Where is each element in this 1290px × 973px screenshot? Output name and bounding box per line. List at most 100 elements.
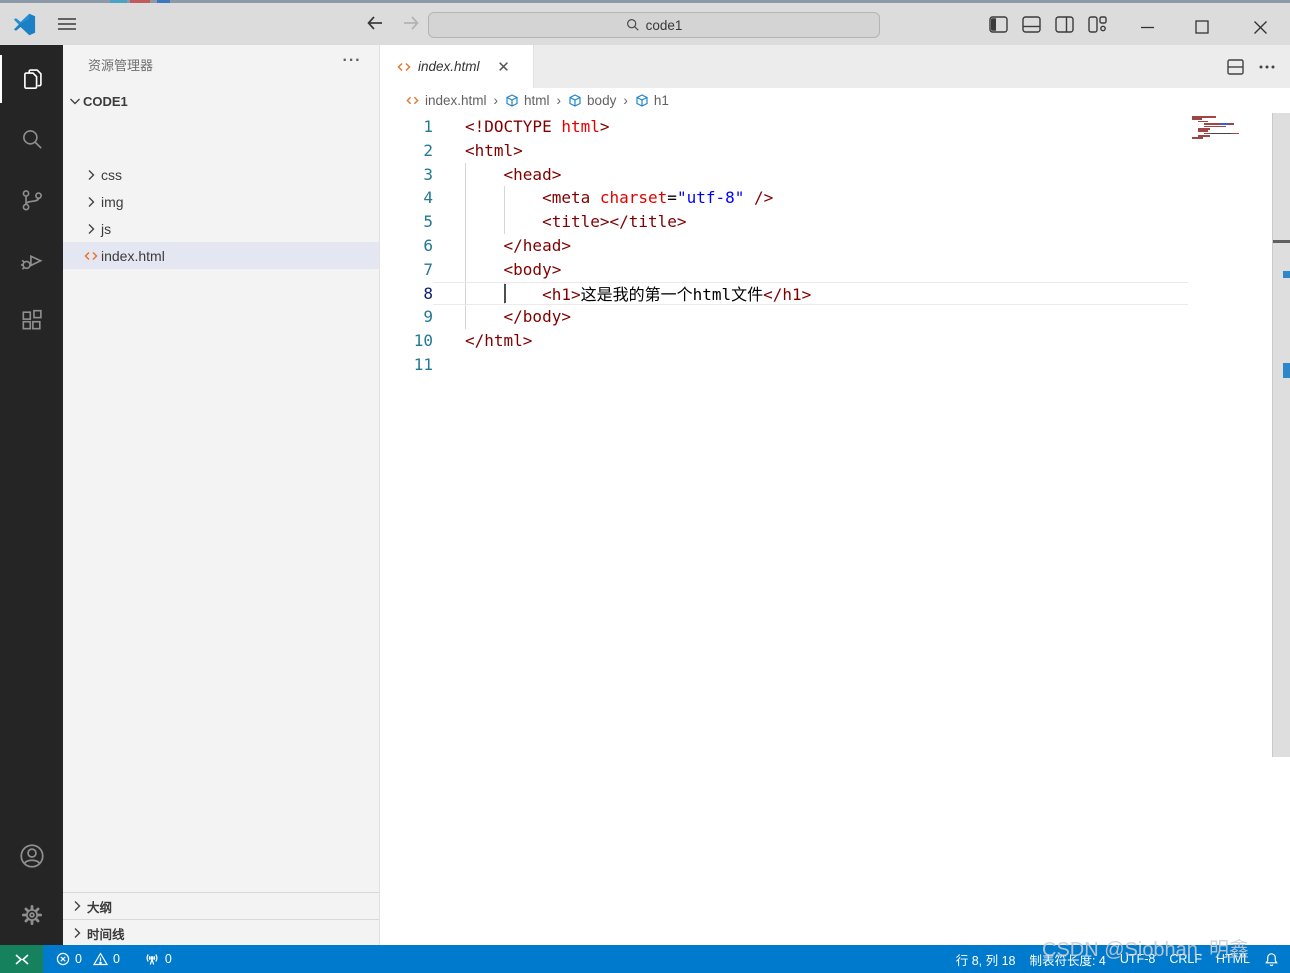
breadcrumb-item-body[interactable]: body xyxy=(568,93,616,108)
outline-section-header[interactable]: 大纲 xyxy=(63,892,379,919)
tab-label: index.html xyxy=(418,59,480,74)
cursor-position-label: 行 8, 列 18 xyxy=(955,953,1016,968)
editor-scrollbar[interactable] xyxy=(1272,113,1290,757)
code-token: > xyxy=(599,117,610,136)
code-token: <h1> xyxy=(542,284,581,304)
ports-count: 0 xyxy=(164,952,172,966)
code-line[interactable]: 2 <html> xyxy=(380,139,1290,163)
html-file-icon xyxy=(396,59,412,75)
code-line[interactable]: 6 </head> xyxy=(380,233,1290,258)
search-view-icon[interactable] xyxy=(0,115,63,163)
code-line-content[interactable]: </html> xyxy=(433,329,1188,353)
toggle-secondary-sidebar-icon[interactable] xyxy=(1054,13,1074,35)
code-line[interactable]: 10 </html> xyxy=(380,329,1290,353)
settings-gear-icon[interactable] xyxy=(0,891,63,939)
breadcrumb-separator-icon: › xyxy=(623,93,628,108)
code-line-content[interactable]: <head> xyxy=(433,162,1188,187)
window-minimize-button[interactable] xyxy=(1121,6,1173,48)
breadcrumb-item-h1[interactable]: h1 xyxy=(635,93,669,108)
line-number: 3 xyxy=(423,164,433,184)
code-line-content[interactable]: <html> xyxy=(433,139,1188,163)
sidebar-more-actions-icon[interactable]: ··· xyxy=(338,49,366,73)
chevron-down-icon xyxy=(67,93,83,109)
tree-item-index-html[interactable]: index.html xyxy=(63,242,379,269)
tree-root-code1[interactable]: CODE1 xyxy=(63,90,379,112)
breadcrumb-item-html[interactable]: html xyxy=(505,93,550,108)
code-token: /> xyxy=(744,188,774,208)
toggle-panel-icon[interactable] xyxy=(1021,13,1041,35)
more-actions-icon[interactable] xyxy=(1258,59,1276,75)
code-line[interactable]: 9 </body> xyxy=(380,305,1290,330)
tree-item-css[interactable]: css xyxy=(63,161,379,188)
code-line[interactable]: 11 xyxy=(380,353,1290,377)
code-token: <meta xyxy=(542,188,600,208)
code-line-content[interactable]: <meta charset="utf-8" /> xyxy=(433,186,1188,211)
minimap-segment xyxy=(1192,137,1203,140)
extensions-icon[interactable] xyxy=(0,296,63,344)
window-maximize-button[interactable] xyxy=(1176,6,1228,48)
code-line[interactable]: 4 <meta charset="utf-8" /> xyxy=(380,186,1290,211)
tree-item-js[interactable]: js xyxy=(63,215,379,242)
window-close-button[interactable] xyxy=(1234,6,1286,48)
explorer-sidebar: 资源管理器 ··· CODE1 css img js index.html 大纲… xyxy=(63,45,380,945)
explorer-icon[interactable] xyxy=(0,55,63,103)
breadcrumb-label: h1 xyxy=(653,93,669,108)
line-number: 6 xyxy=(423,235,433,255)
code-line-content[interactable]: <!DOCTYPE html> xyxy=(433,115,1188,139)
minimap-segment xyxy=(1229,123,1234,125)
run-and-debug-icon[interactable] xyxy=(0,236,63,284)
status-bar-left: 0 0 0 xyxy=(49,952,179,967)
warning-icon xyxy=(92,952,108,966)
encoding-status[interactable]: UTF-8 xyxy=(1113,952,1162,966)
customize-layout-icon[interactable] xyxy=(1087,13,1107,35)
tab-close-icon[interactable]: ✕ xyxy=(494,57,514,77)
notifications-bell[interactable] xyxy=(1257,952,1286,967)
tree-item-img[interactable]: img xyxy=(63,188,379,215)
nav-back-button[interactable] xyxy=(364,12,386,34)
code-token: "utf-8" xyxy=(676,188,745,208)
code-token: html xyxy=(561,117,600,136)
toggle-primary-sidebar-icon[interactable] xyxy=(988,13,1008,35)
minimap[interactable] xyxy=(1192,116,1268,140)
vscode-logo-icon[interactable] xyxy=(13,13,36,36)
command-center-search[interactable]: code1 xyxy=(428,12,880,38)
eol-status[interactable]: CRLF xyxy=(1162,952,1209,966)
language-mode-status[interactable]: HTML xyxy=(1209,952,1257,966)
ports-status[interactable]: 0 xyxy=(137,952,179,967)
code-line-content[interactable]: <body> xyxy=(433,257,1188,282)
menu-hamburger-icon[interactable] xyxy=(56,14,80,34)
code-line-content[interactable]: <title></title> xyxy=(433,210,1188,234)
breadcrumb-separator-icon: › xyxy=(556,93,562,108)
tree-item-label: img xyxy=(101,193,124,210)
split-editor-icon[interactable] xyxy=(1227,58,1244,75)
indent-guide-icon xyxy=(465,162,466,187)
breadcrumb-item-file[interactable]: index.html xyxy=(405,93,487,108)
problems-status[interactable]: 0 0 xyxy=(49,952,127,966)
indentation-status[interactable]: 制表符长度: 4 xyxy=(1022,950,1112,969)
code-token: <!DOCTYPE xyxy=(465,117,562,136)
breadcrumb-label: index.html xyxy=(425,93,487,108)
code-line[interactable]: 5 <title></title> xyxy=(380,210,1290,234)
code-line[interactable]: 7 <body> xyxy=(380,257,1290,282)
line-number: 8 xyxy=(423,283,433,303)
indentation-label: 制表符长度: 4 xyxy=(1029,953,1106,968)
code-line[interactable]: 3 <head> xyxy=(380,162,1290,187)
code-line-content[interactable] xyxy=(433,353,1188,377)
code-line-content[interactable]: <h1>这是我的第一个html文件</h1> xyxy=(433,281,1188,306)
timeline-section-header[interactable]: 时间线 xyxy=(63,919,379,946)
code-line-content[interactable]: </body> xyxy=(433,305,1188,330)
encoding-label: UTF-8 xyxy=(1119,952,1156,966)
cursor-position-status[interactable]: 行 8, 列 18 xyxy=(949,950,1023,969)
code-line[interactable]: 8 <h1>这是我的第一个html文件</h1> xyxy=(380,281,1290,306)
code-line-content[interactable]: </head> xyxy=(433,233,1188,258)
chevron-right-icon xyxy=(69,925,85,941)
code-editor[interactable]: 1 <!DOCTYPE html> 2 <html> 3 <head> 4 <meta c… xyxy=(380,113,1290,945)
code-token: = xyxy=(667,188,677,208)
code-line[interactable]: 1 <!DOCTYPE html> xyxy=(380,115,1290,139)
remote-indicator[interactable] xyxy=(0,945,43,973)
account-icon[interactable] xyxy=(0,832,63,880)
nav-forward-button[interactable] xyxy=(400,12,422,34)
source-control-icon[interactable] xyxy=(0,176,63,224)
tab-index-html[interactable]: index.html ✕ xyxy=(380,45,534,88)
